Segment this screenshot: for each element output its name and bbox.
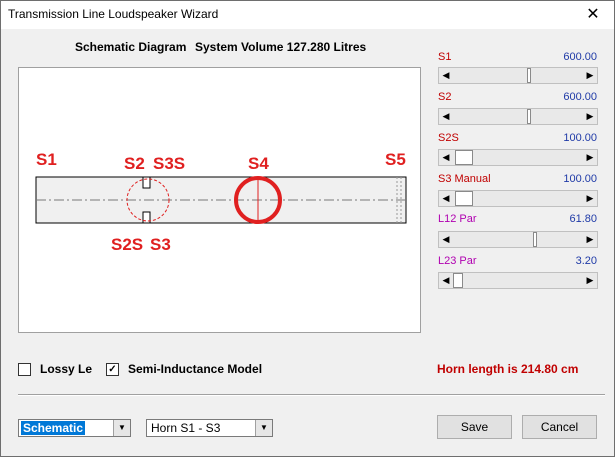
checkbox-box[interactable]: ✓ bbox=[106, 363, 119, 376]
slider-thumb[interactable] bbox=[533, 232, 537, 247]
slider-s2-value: 600.00 bbox=[563, 91, 597, 103]
slider-s1[interactable]: ◀ ▶ bbox=[438, 67, 598, 84]
slider-l23-value: 3.20 bbox=[575, 255, 597, 267]
separator-line bbox=[18, 394, 605, 396]
chevron-down-icon[interactable]: ▼ bbox=[113, 420, 130, 436]
slider-s2s[interactable]: ◀ ▶ bbox=[438, 149, 598, 166]
slider-l23[interactable]: ◀ ▶ bbox=[438, 272, 598, 289]
slider-s2-label: S2 bbox=[438, 91, 452, 103]
slider-thumb[interactable] bbox=[455, 150, 473, 165]
scroll-left-icon[interactable]: ◀ bbox=[439, 109, 453, 124]
slider-s2[interactable]: ◀ ▶ bbox=[438, 108, 598, 125]
schematic-svg: S1 S2 S3S S4 S5 S2S S3 bbox=[35, 150, 407, 254]
scroll-left-icon[interactable]: ◀ bbox=[439, 232, 453, 247]
scroll-left-icon[interactable]: ◀ bbox=[439, 273, 453, 288]
label-s2: S2 bbox=[124, 154, 145, 173]
slider-s2s-value: 100.00 bbox=[563, 132, 597, 144]
slider-s3[interactable]: ◀ ▶ bbox=[438, 190, 598, 207]
view-select-value: Schematic bbox=[21, 421, 86, 435]
slider-s3-value: 100.00 bbox=[563, 173, 597, 185]
slider-l12-value: 61.80 bbox=[569, 213, 597, 225]
chevron-down-icon[interactable]: ▼ bbox=[255, 420, 272, 436]
label-s2s: S2S bbox=[111, 235, 143, 254]
scroll-left-icon[interactable]: ◀ bbox=[439, 150, 453, 165]
wizard-window: Transmission Line Loudspeaker Wizard ✕ S… bbox=[0, 0, 615, 457]
slider-l12-label: L12 Par bbox=[438, 213, 477, 225]
label-s3s: S3S bbox=[153, 154, 185, 173]
scroll-right-icon[interactable]: ▶ bbox=[583, 150, 597, 165]
scroll-right-icon[interactable]: ▶ bbox=[583, 109, 597, 124]
schematic-diagram: S1 S2 S3S S4 S5 S2S S3 bbox=[18, 67, 421, 333]
view-select[interactable]: Schematic ▼ bbox=[18, 419, 131, 437]
title-bar: Transmission Line Loudspeaker Wizard ✕ bbox=[1, 1, 614, 29]
label-s4: S4 bbox=[248, 154, 269, 173]
slider-l23-label: L23 Par bbox=[438, 255, 477, 267]
slider-thumb[interactable] bbox=[453, 273, 463, 288]
diagram-title: Schematic Diagram bbox=[75, 40, 187, 54]
slider-l12[interactable]: ◀ ▶ bbox=[438, 231, 598, 248]
save-button[interactable]: Save bbox=[437, 415, 512, 439]
label-s5: S5 bbox=[385, 150, 406, 169]
horn-length-text: Horn length is 214.80 cm bbox=[437, 362, 579, 376]
slider-s3-label: S3 Manual bbox=[438, 173, 491, 185]
label-s1: S1 bbox=[36, 150, 57, 169]
label-s3: S3 bbox=[150, 235, 171, 254]
checkbox-box[interactable] bbox=[18, 363, 31, 376]
close-icon[interactable]: ✕ bbox=[572, 1, 614, 29]
system-volume: System Volume 127.280 Litres bbox=[195, 40, 367, 54]
slider-s1-label: S1 bbox=[438, 51, 452, 63]
scroll-left-icon[interactable]: ◀ bbox=[439, 68, 453, 83]
slider-s2s-label: S2S bbox=[438, 132, 459, 144]
window-title: Transmission Line Loudspeaker Wizard bbox=[8, 7, 219, 21]
horn-select-value: Horn S1 - S3 bbox=[151, 421, 221, 435]
scroll-right-icon[interactable]: ▶ bbox=[583, 68, 597, 83]
scroll-right-icon[interactable]: ▶ bbox=[583, 273, 597, 288]
scroll-left-icon[interactable]: ◀ bbox=[439, 191, 453, 206]
slider-thumb[interactable] bbox=[527, 109, 531, 124]
slider-thumb[interactable] bbox=[455, 191, 473, 206]
slider-s1-value: 600.00 bbox=[563, 51, 597, 63]
horn-select[interactable]: Horn S1 - S3 ▼ bbox=[146, 419, 273, 437]
cancel-button[interactable]: Cancel bbox=[522, 415, 597, 439]
lossy-le-label: Lossy Le bbox=[40, 362, 93, 376]
slider-thumb[interactable] bbox=[527, 68, 531, 83]
scroll-right-icon[interactable]: ▶ bbox=[583, 232, 597, 247]
scroll-right-icon[interactable]: ▶ bbox=[583, 191, 597, 206]
semi-inductance-label: Semi-Inductance Model bbox=[128, 362, 263, 376]
